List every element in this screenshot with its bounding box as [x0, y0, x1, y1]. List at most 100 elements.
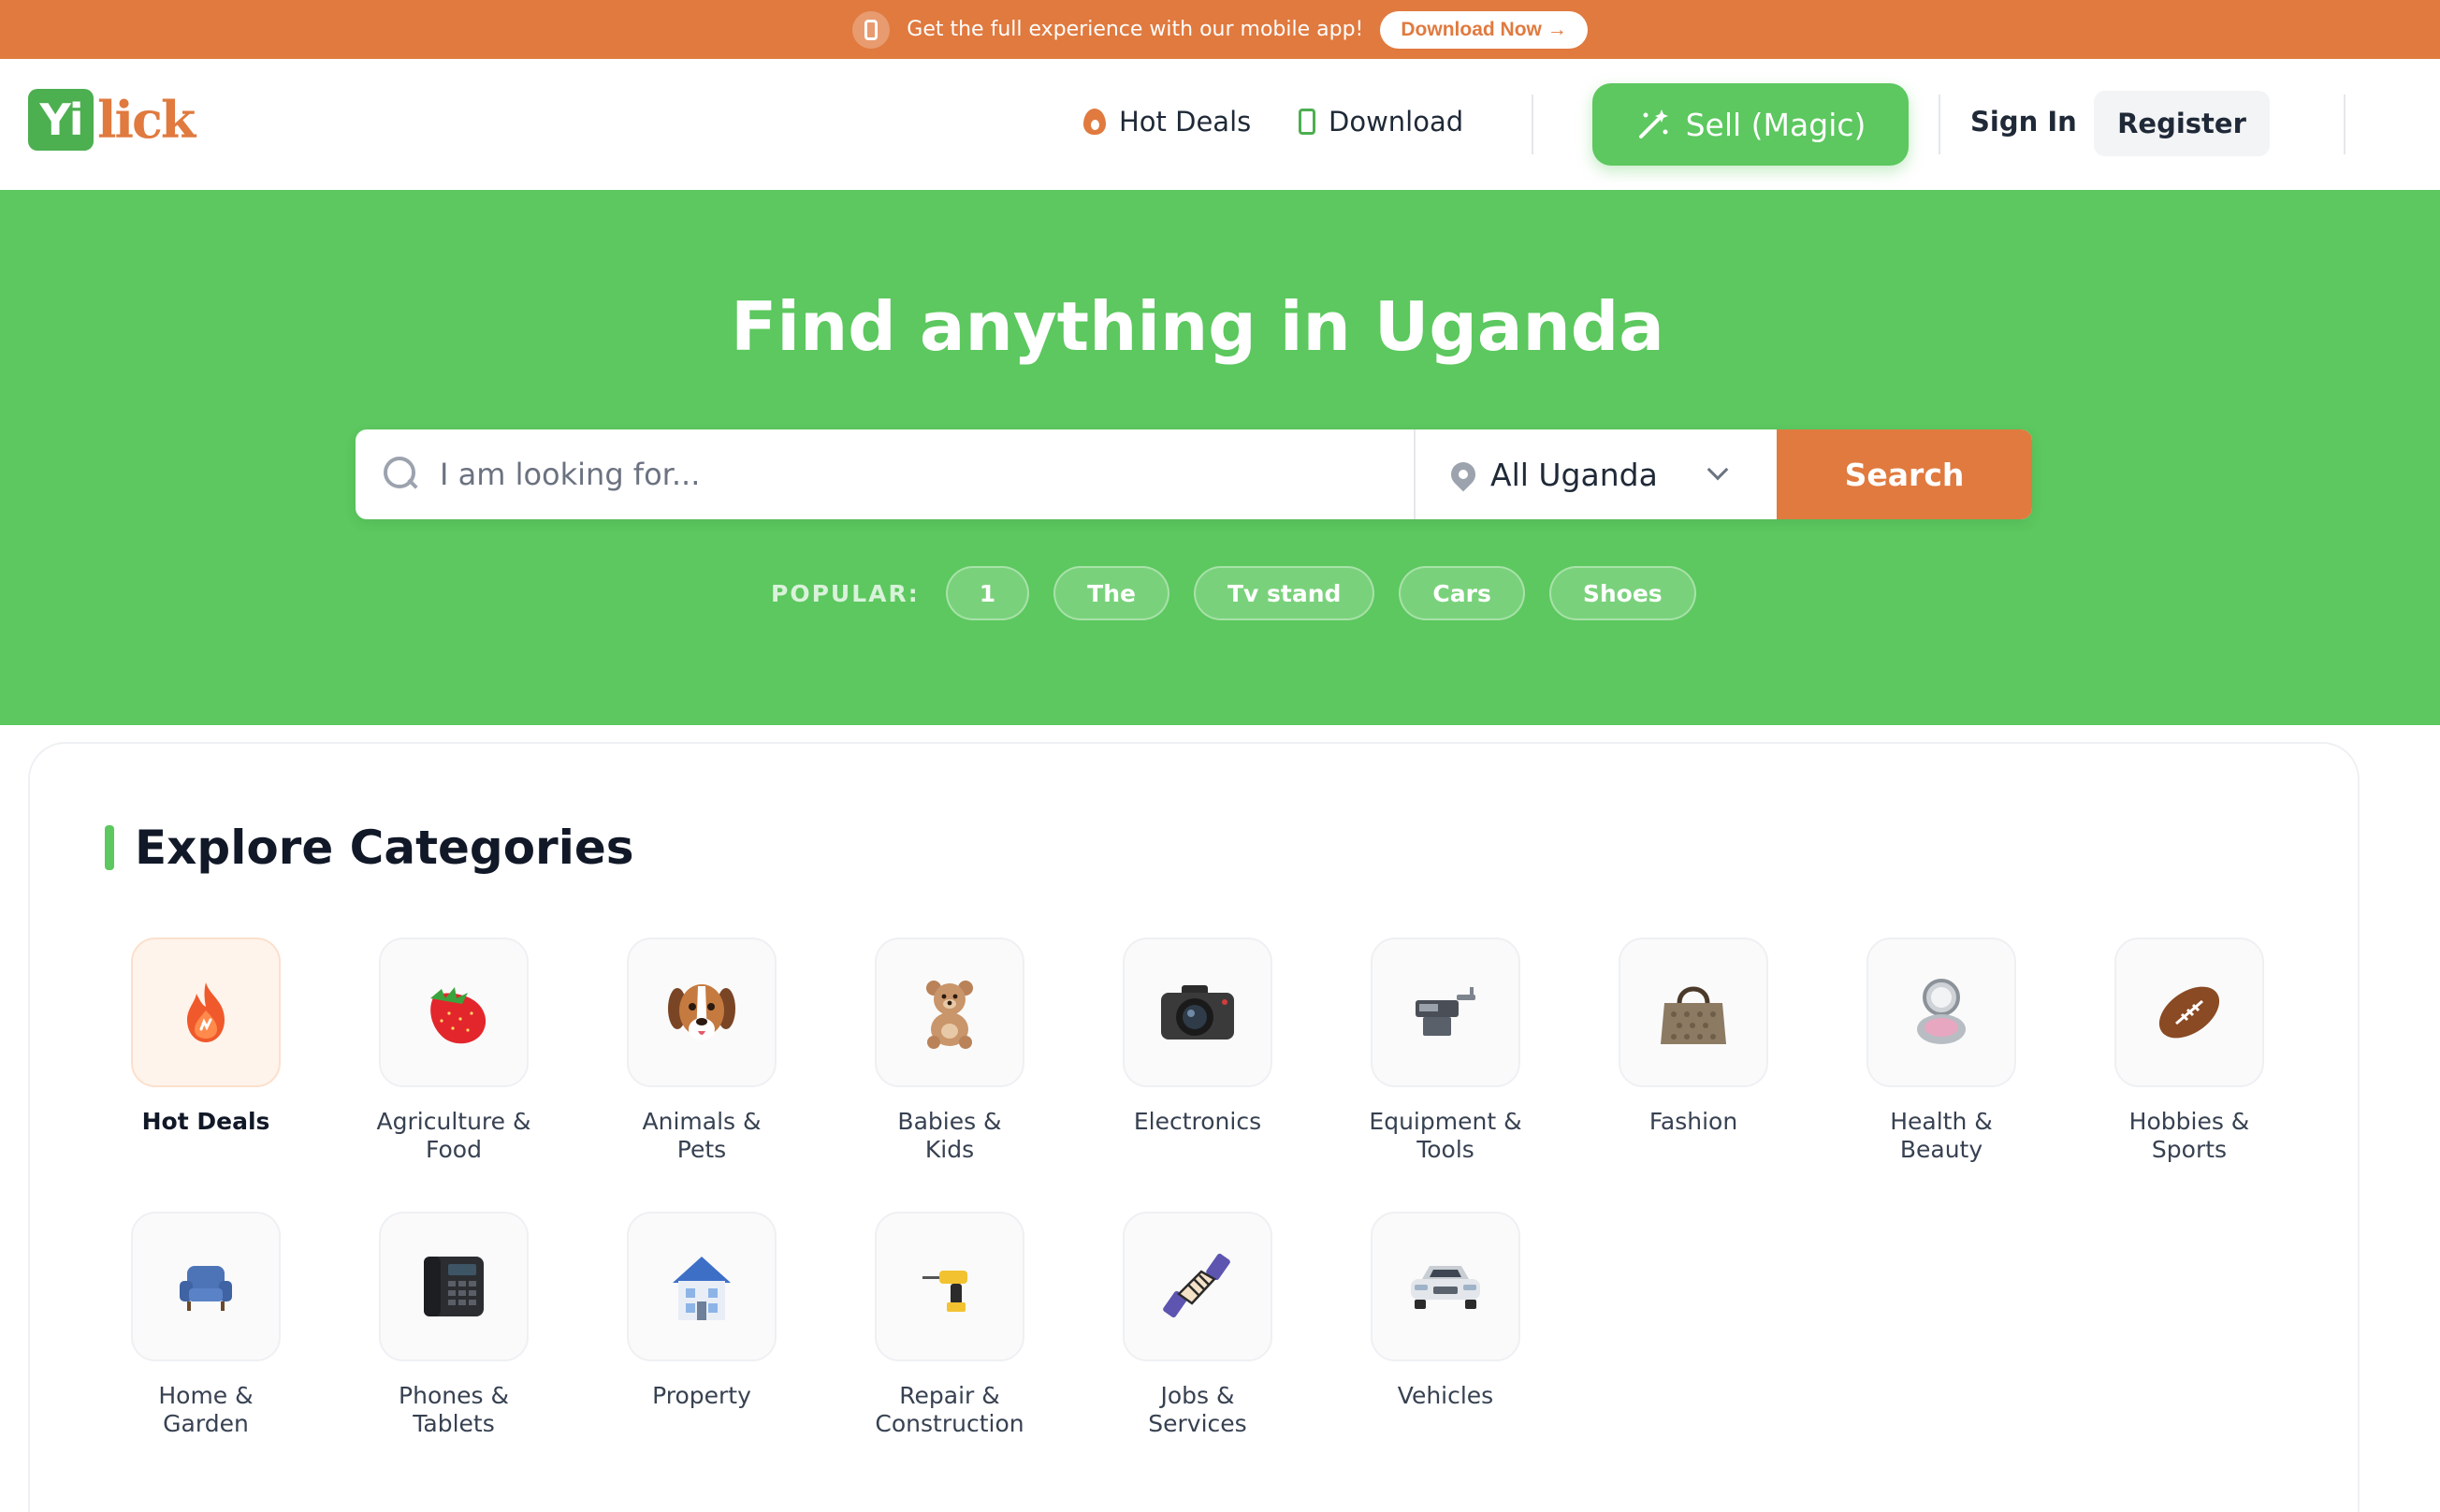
- popular-searches: POPULAR: 1 The Tv stand Cars Shoes: [771, 566, 1696, 620]
- category-animals-pets[interactable]: Animals & Pets: [578, 938, 825, 1164]
- category-label-line1: Agriculture &: [376, 1108, 531, 1135]
- category-label: Equipment & Tools: [1322, 1108, 1569, 1164]
- categories-card: Explore Categories Hot Deals Agriculture…: [28, 742, 2360, 1512]
- category-electronics[interactable]: Electronics: [1074, 938, 1321, 1136]
- mobile-phone-icon: [1299, 109, 1315, 135]
- popular-chip[interactable]: Shoes: [1548, 566, 1696, 620]
- search-bar: All Uganda Search: [356, 429, 2032, 519]
- category-phones-tablets[interactable]: Phones & Tablets: [330, 1212, 577, 1438]
- nav-download-label: Download: [1329, 106, 1464, 138]
- category-tile: [1123, 1212, 1272, 1361]
- category-vehicles[interactable]: Vehicles: [1322, 1212, 1569, 1410]
- category-tile: [875, 938, 1024, 1087]
- search-query-field[interactable]: [356, 429, 1416, 519]
- house-icon: [673, 1257, 731, 1320]
- machine-tool-icon: [1416, 987, 1475, 1036]
- category-babies-kids[interactable]: Babies & Kids: [826, 938, 1073, 1164]
- category-health-beauty[interactable]: Health & Beauty: [1818, 938, 2065, 1164]
- download-now-button[interactable]: Download Now →: [1380, 10, 1588, 49]
- category-home-garden[interactable]: Home & Garden: [82, 1212, 329, 1438]
- category-label-line2: Pets: [676, 1136, 727, 1163]
- category-tile: [1123, 938, 1272, 1087]
- hero-section: Find anything in Uganda All Uganda Searc…: [0, 190, 2440, 725]
- category-tile: [1371, 1212, 1520, 1361]
- hero-title: Find anything in Uganda: [731, 287, 1664, 366]
- category-equipment-tools[interactable]: Equipment & Tools: [1322, 938, 1569, 1164]
- category-label: Electronics: [1133, 1108, 1262, 1135]
- category-label-line1: Jobs &: [1160, 1382, 1235, 1409]
- popular-chip[interactable]: Cars: [1399, 566, 1525, 620]
- category-fashion[interactable]: Fashion: [1570, 938, 1817, 1136]
- category-label-line1: Equipment &: [1369, 1108, 1522, 1135]
- handbag-icon: [1661, 986, 1726, 1044]
- search-button[interactable]: Search: [1777, 429, 2032, 519]
- category-tile: [379, 938, 529, 1087]
- armchair-icon: [180, 1266, 232, 1311]
- fire-icon: [187, 982, 225, 1042]
- sign-in-link[interactable]: Sign In: [1970, 98, 2077, 145]
- category-tile: [875, 1212, 1024, 1361]
- drill-icon: [922, 1271, 967, 1312]
- category-tile: [627, 1212, 777, 1361]
- dog-icon: [668, 984, 735, 1040]
- chevron-down-icon: [1707, 458, 1729, 481]
- category-label-line2: Beauty: [1899, 1136, 1983, 1163]
- strawberry-icon: [430, 987, 487, 1044]
- popular-chip[interactable]: The: [1053, 566, 1169, 620]
- category-label: Hobbies & Sports: [2066, 1108, 2313, 1164]
- category-label-line2: Tools: [1416, 1136, 1474, 1163]
- category-repair-construction[interactable]: Repair & Construction: [826, 1212, 1073, 1438]
- category-label: Property: [652, 1382, 751, 1409]
- location-pin-icon: [1445, 457, 1481, 492]
- camera-icon: [1161, 985, 1234, 1040]
- category-label-line1: Babies &: [897, 1108, 1002, 1135]
- popular-chip[interactable]: Tv stand: [1193, 566, 1375, 620]
- register-button[interactable]: Register: [2094, 91, 2270, 156]
- category-label: Vehicles: [1397, 1382, 1494, 1409]
- sell-magic-button[interactable]: Sell (Magic): [1592, 83, 1909, 166]
- category-tile: [2114, 938, 2264, 1087]
- categories-title: Explore Categories: [135, 821, 634, 875]
- category-agriculture-food[interactable]: Agriculture & Food: [330, 938, 577, 1164]
- logo-mark: Yi: [28, 89, 94, 151]
- popular-chip[interactable]: 1: [945, 566, 1030, 620]
- mobile-phone-icon: [852, 10, 891, 49]
- category-label: Babies & Kids: [826, 1108, 1073, 1164]
- desk-phone-icon: [424, 1257, 484, 1316]
- category-tile: [1619, 938, 1768, 1087]
- sell-label: Sell (Magic): [1685, 106, 1866, 143]
- section-heading: Explore Categories: [105, 821, 634, 875]
- category-label-line2: Food: [426, 1136, 482, 1163]
- location-select[interactable]: All Uganda: [1416, 429, 1777, 519]
- search-input[interactable]: [440, 457, 1282, 492]
- category-label: Repair & Construction: [826, 1382, 1073, 1438]
- category-tile: [379, 1212, 529, 1361]
- promo-message: Get the full experience with our mobile …: [907, 18, 1364, 41]
- category-hobbies-sports[interactable]: Hobbies & Sports: [2066, 938, 2313, 1164]
- category-label-line1: Hobbies &: [2128, 1108, 2250, 1135]
- category-label: Fashion: [1648, 1108, 1738, 1135]
- category-label-line1: Animals &: [642, 1108, 762, 1135]
- logo-wordmark: lick: [97, 90, 196, 150]
- category-tile: [1866, 938, 2016, 1087]
- category-jobs-services[interactable]: Jobs & Services: [1074, 1212, 1321, 1438]
- divider: [2344, 94, 2346, 154]
- handshake-icon: [1163, 1253, 1230, 1318]
- category-label-line1: Home &: [158, 1382, 254, 1409]
- category-hot-deals[interactable]: Hot Deals: [82, 938, 329, 1136]
- nav-hot-deals[interactable]: Hot Deals: [1083, 98, 1251, 145]
- heading-accent: [105, 825, 114, 870]
- yilick-logo[interactable]: Yi lick: [28, 89, 196, 151]
- app-promo-banner: Get the full experience with our mobile …: [0, 0, 2440, 59]
- category-label-line2: Sports: [2151, 1136, 2228, 1163]
- category-property[interactable]: Property: [578, 1212, 825, 1410]
- category-label-line1: Health &: [1890, 1108, 1993, 1135]
- category-label-line1: Repair &: [899, 1382, 1000, 1409]
- football-icon: [2158, 986, 2220, 1039]
- site-header: Yi lick Hot Deals Download Sell (Magic) …: [0, 59, 2440, 190]
- category-label-line2: Garden: [163, 1410, 249, 1437]
- divider: [1532, 94, 1533, 154]
- nav-download[interactable]: Download: [1299, 98, 1463, 145]
- category-tile: [131, 1212, 281, 1361]
- category-label-line1: Phones &: [399, 1382, 509, 1409]
